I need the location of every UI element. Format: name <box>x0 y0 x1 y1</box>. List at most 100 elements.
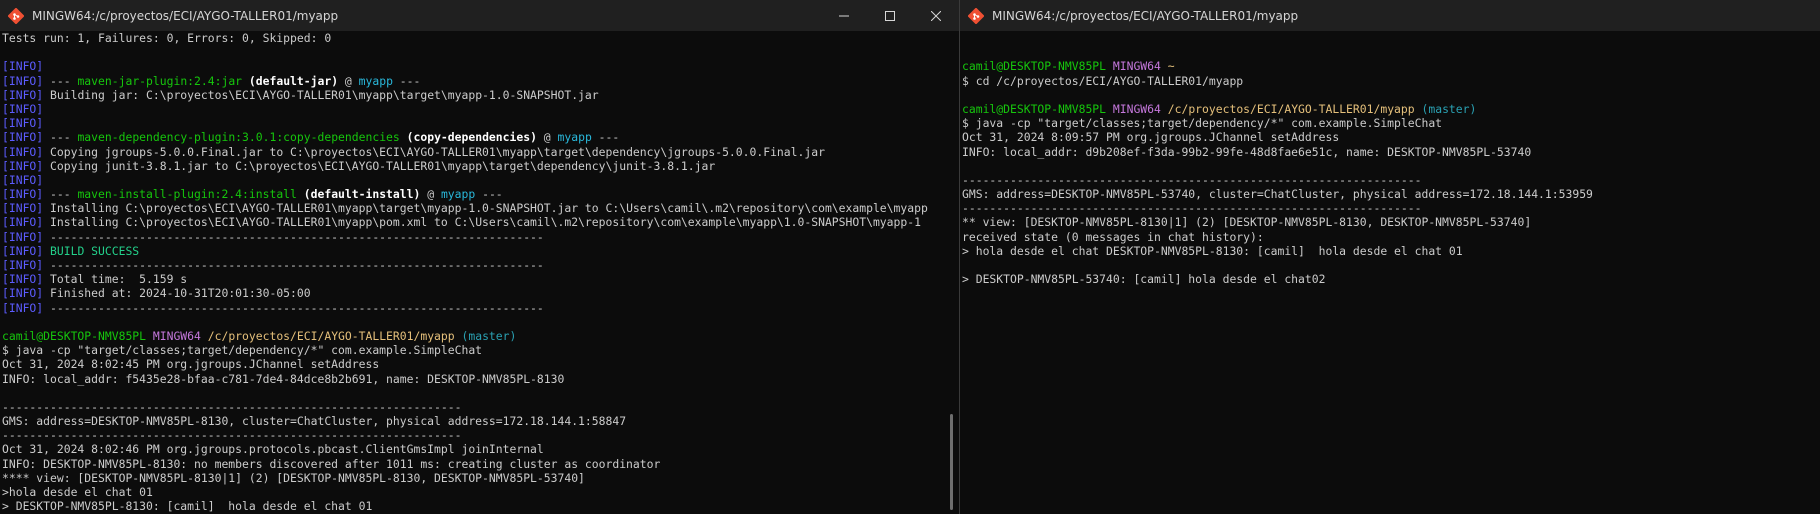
terminal-text: BUILD SUCCESS <box>50 243 140 258</box>
terminal-text: ----------------------------------------… <box>43 258 544 272</box>
terminal-text: /c/proyectos/ECI/AYGO-TALLER01/myapp <box>1167 101 1415 116</box>
terminal-line: [INFO] --- maven-dependency-plugin:3.0.1… <box>2 130 945 144</box>
terminal-text: (default-install) <box>303 187 421 202</box>
terminal-line: [INFO] Finished at: 2024-10-31T20:01:30-… <box>2 286 945 300</box>
terminal-line: > DESKTOP-NMV85PL-8130: [camil] hola des… <box>2 499 945 513</box>
terminal-text: MINGW64 <box>1112 59 1161 74</box>
terminal-line: ----------------------------------------… <box>2 400 945 414</box>
terminal-text: [INFO] <box>2 87 44 102</box>
terminal-output[interactable]: camil@DESKTOP-NMV85PL MINGW64 ~ $ cd /c/p… <box>960 31 1820 514</box>
terminal-text: [INFO] <box>2 215 44 230</box>
terminal-line: camil@DESKTOP-NMV85PL MINGW64 /c/proyect… <box>962 102 1820 116</box>
title-bar[interactable]: MINGW64:/c/proyectos/ECI/AYGO-TALLER01/m… <box>0 0 959 31</box>
scrollbar[interactable] <box>945 31 959 514</box>
terminal-text: /c/proyectos/ECI/AYGO-TALLER01/myapp <box>207 328 455 343</box>
terminal-text: maven-install-plugin:2.4:install <box>77 187 297 202</box>
terminal-text: MINGW64 <box>152 328 201 343</box>
terminal-text: ~ <box>1167 59 1175 74</box>
terminal-line: [INFO] Copying jgroups-5.0.0.Final.jar t… <box>2 145 945 159</box>
terminal-text: maven-dependency-plugin:3.0.1:copy-depen… <box>77 130 400 145</box>
terminal-text: INFO: local_addr: d9b208ef-f3da-99b2-99f… <box>962 144 1532 159</box>
terminal-text: Oct 31, 2024 8:09:57 PM org.jgroups.JCha… <box>962 130 1340 145</box>
terminal-line: [INFO] Copying junit-3.8.1.jar to C:\pro… <box>2 159 945 173</box>
terminal-window-left[interactable]: MINGW64:/c/proyectos/ECI/AYGO-TALLER01/m… <box>0 0 959 514</box>
terminal-text: maven-jar-plugin:2.4:jar <box>77 73 243 88</box>
minimize-button[interactable] <box>821 0 867 31</box>
terminal-line: INFO: DESKTOP-NMV85PL-8130: no members d… <box>2 457 945 471</box>
terminal-line: $ java -cp "target/classes;target/depend… <box>962 116 1820 130</box>
terminal-line: GMS: address=DESKTOP-NMV85PL-53740, clus… <box>962 187 1820 201</box>
terminal-line: [INFO] ---------------------------------… <box>2 301 945 315</box>
terminal-text: $ cd /c/proyectos/ECI/AYGO-TALLER01/myap… <box>962 73 1244 88</box>
git-bash-icon <box>968 7 984 24</box>
terminal-line: $ cd /c/proyectos/ECI/AYGO-TALLER01/myap… <box>962 74 1820 88</box>
terminal-text: myapp <box>358 73 393 88</box>
terminal-text: Total time: 5.159 s <box>43 272 188 287</box>
terminal-text: MINGW64 <box>1112 101 1161 116</box>
terminal-line: [INFO] Installing C:\proyectos\ECI\AYGO-… <box>2 215 945 229</box>
terminal-text: [INFO] <box>2 286 44 301</box>
terminal-text: [INFO] <box>2 229 44 244</box>
terminal-text: --- <box>392 73 421 88</box>
terminal-line: GMS: address=DESKTOP-NMV85PL-8130, clust… <box>2 414 945 428</box>
terminal-text: [INFO] <box>2 272 44 287</box>
terminal-text: [INFO] <box>2 59 44 74</box>
terminal-text: @ <box>338 73 359 88</box>
terminal-line: [INFO] BUILD SUCCESS <box>2 244 945 258</box>
terminal-text: [INFO] <box>2 73 44 88</box>
terminal-text: received state (0 messages in chat histo… <box>962 229 1264 244</box>
terminal-line: [INFO] Total time: 5.159 s <box>2 272 945 286</box>
terminal-line: [INFO] <box>2 116 945 130</box>
terminal-text: ----------------------------------------… <box>43 300 544 315</box>
terminal-line: Tests run: 1, Failures: 0, Errors: 0, Sk… <box>2 31 945 45</box>
terminal-line: [INFO] --- maven-jar-plugin:2.4:jar (def… <box>2 74 945 88</box>
maximize-icon <box>885 10 895 21</box>
terminal-line: ** view: [DESKTOP-NMV85PL-8130|1] (2) [D… <box>962 215 1820 229</box>
close-button[interactable] <box>913 0 959 31</box>
terminal-text: **** view: [DESKTOP-NMV85PL-8130|1] (2) … <box>2 470 585 485</box>
maximize-button[interactable] <box>867 0 913 31</box>
terminal-line: camil@DESKTOP-NMV85PL MINGW64 ~ <box>962 59 1820 73</box>
terminal-text: Building jar: C:\proyectos\ECI\AYGO-TALL… <box>43 87 599 102</box>
terminal-text: (master) <box>1421 101 1477 116</box>
terminal-text: [INFO] <box>2 172 44 187</box>
terminal-text: --- <box>591 130 620 145</box>
terminal-line: INFO: local_addr: d9b208ef-f3da-99b2-99f… <box>962 145 1820 159</box>
terminal-text: $ java -cp "target/classes;target/depend… <box>2 343 483 358</box>
terminal-text: [INFO] <box>2 116 44 131</box>
window-title: MINGW64:/c/proyectos/ECI/AYGO-TALLER01/m… <box>32 8 339 23</box>
terminal-text: ----------------------------------------… <box>2 399 462 414</box>
terminal-text: $ java -cp "target/classes;target/depend… <box>962 116 1443 131</box>
terminal-line: $ java -cp "target/classes;target/depend… <box>2 343 945 357</box>
title-bar[interactable]: MINGW64:/c/proyectos/ECI/AYGO-TALLER01/m… <box>960 0 1820 31</box>
terminal-text: Installing C:\proyectos\ECI\AYGO-TALLER0… <box>43 201 928 216</box>
terminal-text: [INFO] <box>2 130 44 145</box>
terminal-text: > DESKTOP-NMV85PL-53740: [camil] hola de… <box>962 272 1326 287</box>
terminal-text: Installing C:\proyectos\ECI\AYGO-TALLER0… <box>43 215 921 230</box>
terminal-window-right[interactable]: MINGW64:/c/proyectos/ECI/AYGO-TALLER01/m… <box>960 0 1820 514</box>
scrollbar-thumb[interactable] <box>950 414 953 510</box>
terminal-text: >hola desde el chat 01 <box>2 485 153 499</box>
terminal-output[interactable]: Tests run: 1, Failures: 0, Errors: 0, Sk… <box>0 31 945 514</box>
terminal-text: Oct 31, 2024 8:02:45 PM org.jgroups.JCha… <box>2 357 380 372</box>
terminal-text: [INFO] <box>2 201 44 216</box>
terminal-text: > hola desde el chat DESKTOP-NMV85PL-813… <box>962 243 1463 258</box>
terminal-text: GMS: address=DESKTOP-NMV85PL-8130, clust… <box>2 414 627 429</box>
terminal-text: --- <box>43 130 78 145</box>
terminal-text: [INFO] <box>2 300 44 315</box>
terminal-text: myapp <box>557 130 592 145</box>
terminal-text: (copy-dependencies) <box>406 130 537 145</box>
